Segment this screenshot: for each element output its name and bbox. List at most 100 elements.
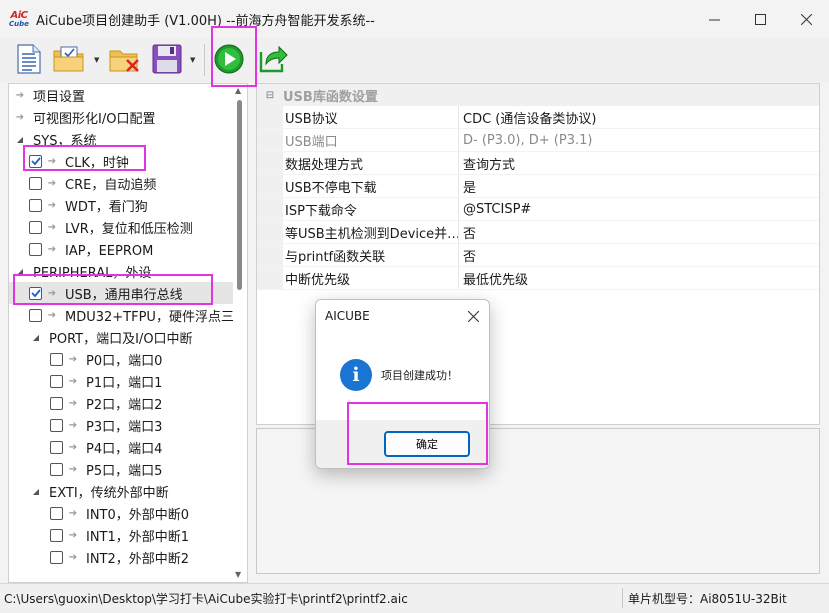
run-generate-button[interactable] (212, 42, 246, 76)
toolbar: ▼ ▼ (0, 38, 829, 82)
tree-arrow-icon: ➔ (68, 463, 78, 475)
tree-item-wdt[interactable]: ➔ WDT，看门狗 (29, 194, 148, 216)
tree-item-p1[interactable]: ➔ P1口，端口1 (50, 370, 162, 392)
tree-item-project-settings[interactable]: ➔ 项目设置 (13, 84, 85, 106)
ok-button[interactable]: 确定 (384, 431, 470, 457)
tree-group-exti[interactable]: ◢ EXTI，传统外部中断 (29, 480, 169, 502)
p3-checkbox[interactable] (50, 418, 63, 432)
tree-item-int0[interactable]: ➔ INT0，外部中断0 (50, 502, 189, 524)
prop-row-usb-download[interactable]: USB不停电下载 是 (257, 175, 819, 198)
tree-scrollbar[interactable]: ▲ ▼ (233, 84, 247, 582)
checkmark-icon (30, 157, 41, 166)
tree-item-p4[interactable]: ➔ P4口，端口4 (50, 436, 162, 458)
prop-name: USB不停电下载 (283, 175, 459, 197)
maximize-icon (754, 13, 766, 25)
p4-checkbox[interactable] (50, 440, 63, 454)
tree-arrow-icon: ➔ (47, 309, 57, 321)
tree-item-p0[interactable]: ➔ P0口，端口0 (50, 348, 162, 370)
tree-group-peripheral[interactable]: ◢ PERIPHERAL，外设 (13, 260, 151, 282)
expand-triangle-icon[interactable]: ◢ (13, 135, 27, 144)
tree-item-int1[interactable]: ➔ INT1，外部中断1 (50, 524, 189, 546)
tree-item-lvr[interactable]: ➔ LVR，复位和低压检测 (29, 216, 193, 238)
prop-value[interactable]: 是 (459, 175, 819, 197)
int2-checkbox[interactable] (50, 550, 63, 564)
tree-item-cre[interactable]: ➔ CRE，自动追频 (29, 172, 156, 194)
tree-item-io-config[interactable]: ➔ 可视图形化I/O口配置 (13, 106, 156, 128)
p0-checkbox[interactable] (50, 352, 63, 366)
save-dropdown-arrow[interactable]: ▼ (190, 56, 198, 64)
scroll-up-icon[interactable]: ▲ (235, 86, 241, 95)
tree-arrow-icon: ➔ (15, 111, 25, 123)
p5-checkbox[interactable] (50, 462, 63, 476)
tree-item-usb[interactable]: ➔ USB，通用串行总线 (9, 282, 233, 304)
tree-arrow-icon: ➔ (68, 551, 78, 563)
export-button[interactable] (256, 42, 290, 76)
prop-value[interactable]: 最低优先级 (459, 267, 819, 289)
prop-value[interactable]: CDC (通信设备类协议) (459, 106, 819, 128)
tree-group-sys[interactable]: ◢ SYS，系统 (13, 128, 97, 150)
usb-checkbox[interactable] (29, 286, 42, 300)
iap-checkbox[interactable] (29, 242, 42, 256)
mdu32-checkbox[interactable] (29, 308, 42, 322)
status-bar: C:\Users\guoxin\Desktop\学习打卡\AiCube实验打卡\… (0, 583, 829, 613)
wdt-checkbox[interactable] (29, 198, 42, 212)
prop-row-wait-host[interactable]: 等USB主机检测到Device并… 否 (257, 221, 819, 244)
tree-item-p5[interactable]: ➔ P5口，端口5 (50, 458, 162, 480)
prop-value[interactable]: @STCISP# (459, 198, 819, 220)
feature-tree: ➔ 项目设置 ➔ 可视图形化I/O口配置 ◢ SYS，系统 ➔ CLK，时钟 ➔… (8, 83, 248, 583)
save-button[interactable] (150, 42, 184, 76)
prop-value[interactable]: 查询方式 (459, 152, 819, 174)
tree-arrow-icon: ➔ (47, 287, 57, 299)
prop-row-usb-port[interactable]: USB端口 D- (P3.0), D+ (P3.1) (257, 129, 819, 152)
prop-row-printf[interactable]: 与printf函数关联 否 (257, 244, 819, 267)
tree-arrow-icon: ➔ (68, 375, 78, 387)
project-path: C:\Users\guoxin\Desktop\学习打卡\AiCube实验打卡\… (4, 592, 408, 606)
dialog-close-button[interactable] (463, 306, 483, 326)
tree-item-int2[interactable]: ➔ INT2，外部中断2 (50, 546, 189, 568)
p1-checkbox[interactable] (50, 374, 63, 388)
expand-triangle-icon[interactable]: ◢ (13, 267, 27, 276)
p2-checkbox[interactable] (50, 396, 63, 410)
close-window-button[interactable] (783, 0, 829, 38)
prop-name: 与printf函数关联 (283, 244, 459, 266)
expand-triangle-icon[interactable]: ◢ (29, 487, 43, 496)
close-project-button[interactable] (108, 42, 142, 76)
close-icon (467, 310, 479, 322)
tree-arrow-icon: ➔ (68, 507, 78, 519)
prop-value[interactable]: 否 (459, 221, 819, 243)
clk-checkbox[interactable] (29, 154, 42, 168)
int1-checkbox[interactable] (50, 528, 63, 542)
tree-arrow-icon: ➔ (47, 155, 57, 167)
prop-name: 等USB主机检测到Device并… (283, 221, 459, 243)
minimize-button[interactable] (691, 0, 737, 38)
tree-item-p3[interactable]: ➔ P3口，端口3 (50, 414, 162, 436)
tree-item-clk[interactable]: ➔ CLK，时钟 (29, 150, 129, 172)
property-category[interactable]: ⊟ USB库函数设置 (257, 84, 819, 106)
prop-value[interactable]: 否 (459, 244, 819, 266)
prop-row-isp-command[interactable]: ISP下载命令 @STCISP# (257, 198, 819, 221)
int0-checkbox[interactable] (50, 506, 63, 520)
tree-arrow-icon: ➔ (68, 419, 78, 431)
tree-group-port[interactable]: ◢ PORT，端口及I/O口中断 (29, 326, 193, 348)
new-project-button[interactable] (12, 42, 46, 76)
scroll-down-icon[interactable]: ▼ (235, 570, 241, 579)
cre-checkbox[interactable] (29, 176, 42, 190)
export-arrow-icon (259, 45, 288, 73)
lvr-checkbox[interactable] (29, 220, 42, 234)
tree-item-iap[interactable]: ➔ IAP，EEPROM (29, 238, 153, 260)
scroll-thumb[interactable] (237, 100, 242, 290)
prop-row-usb-protocol[interactable]: USB协议 CDC (通信设备类协议) (257, 106, 819, 129)
expand-triangle-icon[interactable]: ◢ (29, 333, 43, 342)
dialog-footer: 确定 (316, 420, 489, 468)
prop-row-data-mode[interactable]: 数据处理方式 查询方式 (257, 152, 819, 175)
prop-value: D- (P3.0), D+ (P3.1) (463, 132, 593, 148)
tree-item-p2[interactable]: ➔ P2口，端口2 (50, 392, 162, 414)
open-project-button[interactable] (52, 42, 86, 76)
tree-arrow-icon: ➔ (68, 441, 78, 453)
collapse-icon[interactable]: ⊟ (257, 90, 283, 101)
tree-item-mdu32[interactable]: ➔ MDU32+TFPU，硬件浮点三 (29, 304, 234, 326)
maximize-button[interactable] (737, 0, 783, 38)
open-dropdown-arrow[interactable]: ▼ (94, 56, 102, 64)
app-logo: AiC Cube (9, 9, 29, 28)
prop-row-irq-priority[interactable]: 中断优先级 最低优先级 (257, 267, 819, 290)
